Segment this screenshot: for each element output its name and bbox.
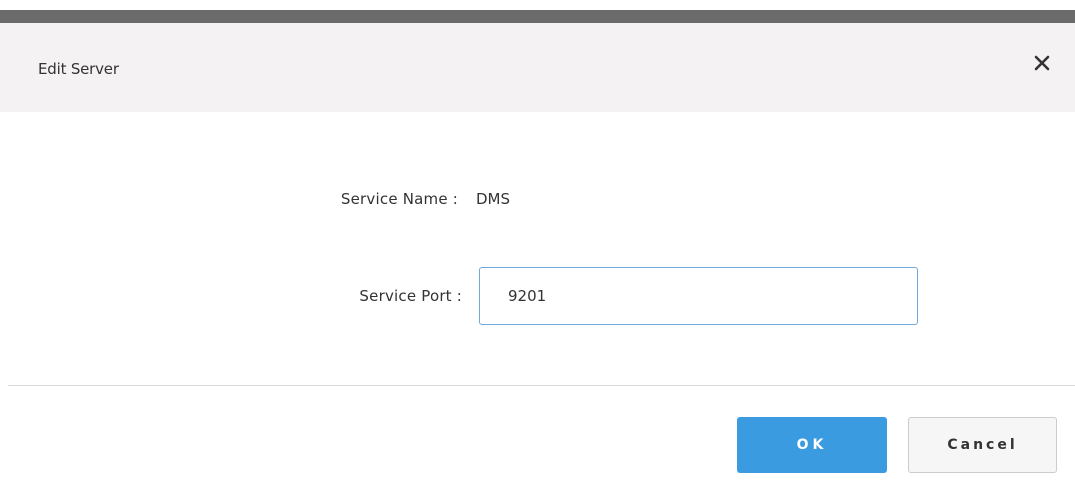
ok-button[interactable]: OK [737, 417, 887, 473]
cancel-button[interactable]: Cancel [908, 417, 1057, 473]
dialog-header: Edit Server [0, 23, 1075, 112]
dialog-title: Edit Server [38, 60, 119, 78]
service-name-label: Service Name : [340, 190, 458, 208]
footer-divider [8, 385, 1075, 386]
edit-server-dialog: Edit Server Service Name : DMS Service P… [0, 0, 1075, 497]
service-port-label: Service Port : [359, 287, 462, 305]
top-strip [0, 10, 1075, 23]
close-icon [1034, 55, 1050, 71]
top-bar [0, 0, 1075, 10]
service-name-value: DMS [476, 190, 511, 208]
service-port-input[interactable] [479, 267, 918, 325]
close-button[interactable] [1029, 50, 1055, 76]
